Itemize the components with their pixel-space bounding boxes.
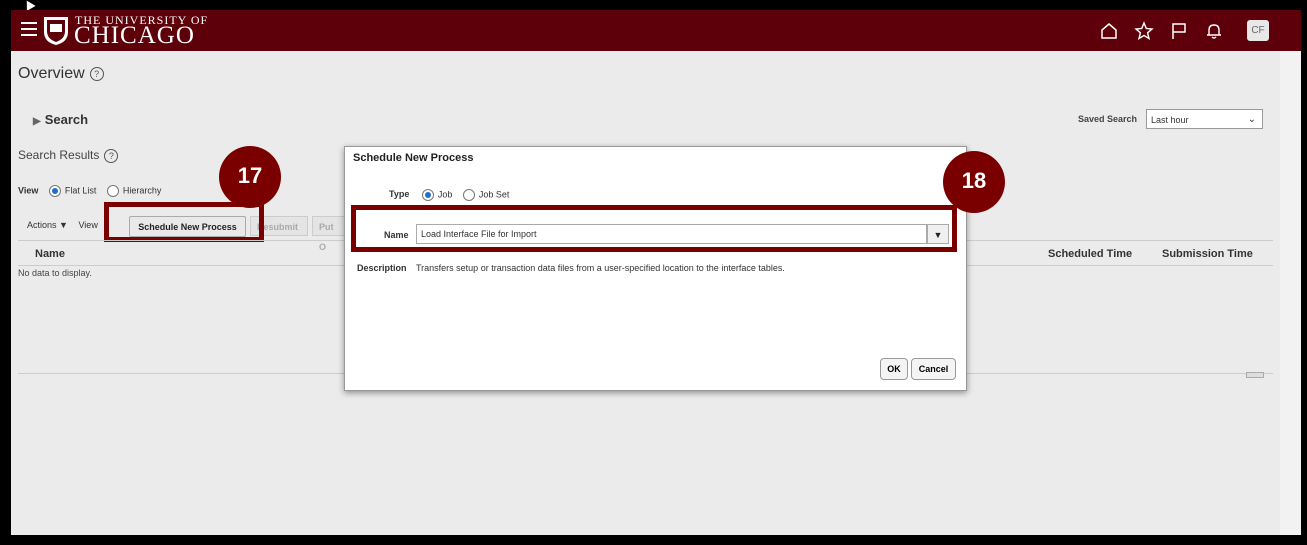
saved-search-label: Saved Search xyxy=(1078,114,1138,124)
job-set-radio[interactable] xyxy=(462,189,475,201)
hierarchy-label: Hierarchy xyxy=(122,185,162,196)
actions-menu-label: Actions xyxy=(27,220,57,230)
user-avatar[interactable]: CF xyxy=(1247,20,1269,41)
description-text: Transfers setup or transaction data file… xyxy=(416,263,785,273)
cancel-button[interactable]: Cancel xyxy=(911,358,956,380)
page-title: Overview? xyxy=(18,65,104,83)
chevron-down-icon: ⌄ xyxy=(1247,114,1256,125)
help-icon[interactable]: ? xyxy=(89,66,104,81)
schedule-new-process-dialog: Schedule New Process Type Job Job Set Na… xyxy=(344,146,967,391)
home-icon[interactable] xyxy=(1099,21,1119,41)
flat-list-label: Flat List xyxy=(64,185,97,196)
results-help-icon[interactable]: ? xyxy=(104,148,119,163)
dialog-title: Schedule New Process xyxy=(353,152,474,164)
name-dropdown-button[interactable]: ▼ xyxy=(927,224,949,244)
screen-frame: THE UNIVERSITY OF CHICAGO CF Overview? ▶… xyxy=(0,0,1307,545)
column-header-submission-time[interactable]: Submission Time xyxy=(1162,248,1253,260)
table-scroll-handle[interactable] xyxy=(1246,372,1264,378)
search-section-label: Search xyxy=(44,112,89,127)
search-results-title: Search Results? xyxy=(18,148,119,163)
callout-badge-18: 18 xyxy=(943,151,1005,213)
hierarchy-radio[interactable] xyxy=(106,185,119,197)
column-header-scheduled-time[interactable]: Scheduled Time xyxy=(1048,248,1132,260)
flag-icon[interactable] xyxy=(1169,21,1189,41)
dropdown-triangle-icon: ▼ xyxy=(59,220,68,230)
job-radio[interactable] xyxy=(421,189,434,201)
view-menu[interactable]: View xyxy=(78,220,97,230)
university-shield-icon xyxy=(44,17,68,45)
vertical-scrollbar[interactable] xyxy=(1280,51,1301,535)
dropdown-arrow-icon: ▼ xyxy=(933,230,943,240)
description-label: Description xyxy=(357,263,407,273)
top-navigation-bar: THE UNIVERSITY OF CHICAGO CF xyxy=(11,10,1301,51)
flat-list-radio[interactable] xyxy=(48,185,61,197)
view-mode-label: View xyxy=(18,185,39,196)
job-set-label: Job Set xyxy=(478,189,510,200)
expand-triangle-icon: ▶ xyxy=(33,116,41,127)
ok-button[interactable]: OK xyxy=(880,358,908,380)
name-combobox-input[interactable]: Load Interface File for Import xyxy=(416,224,927,244)
menu-icon[interactable] xyxy=(21,22,37,36)
put-on-hold-button[interactable]: Put O xyxy=(312,216,346,252)
type-row: Type Job Job Set xyxy=(389,189,509,201)
favorites-star-icon[interactable] xyxy=(1134,21,1154,41)
app-screen: THE UNIVERSITY OF CHICAGO CF Overview? ▶… xyxy=(11,10,1301,535)
no-data-message: No data to display. xyxy=(18,268,92,278)
callout-badge-17: 17 xyxy=(219,146,281,208)
saved-search-select[interactable]: Last hour ⌄ xyxy=(1146,109,1263,129)
actions-menu[interactable]: Actions ▼ xyxy=(27,220,68,230)
logo-text-big: CHICAGO xyxy=(74,22,195,49)
job-label: Job xyxy=(437,189,453,200)
callout-highlight-17 xyxy=(104,202,264,242)
search-results-text: Search Results xyxy=(18,148,100,162)
search-section-toggle[interactable]: ▶ Search xyxy=(33,112,88,127)
page-title-text: Overview xyxy=(18,65,85,82)
name-label: Name xyxy=(384,230,409,240)
type-label: Type xyxy=(389,189,410,200)
saved-search-value: Last hour xyxy=(1151,115,1189,125)
view-mode-row: View Flat List Hierarchy xyxy=(18,185,161,197)
notifications-bell-icon[interactable] xyxy=(1204,21,1224,41)
column-header-name[interactable]: Name xyxy=(35,248,65,260)
results-toolbar: Actions ▼ View xyxy=(27,220,98,230)
